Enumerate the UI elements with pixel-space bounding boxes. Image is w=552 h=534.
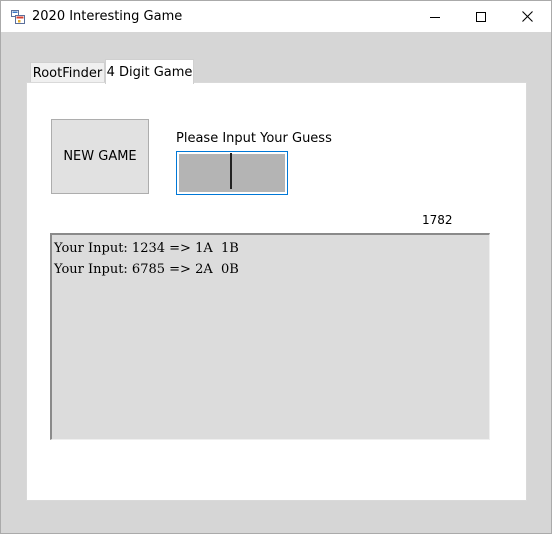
- guess-input[interactable]: [176, 151, 288, 195]
- tab-panel-4-digit-game: NEW GAME Please Input Your Guess 1782 Yo…: [26, 82, 527, 501]
- close-icon: [521, 11, 533, 22]
- close-button[interactable]: [504, 1, 550, 32]
- window-title: 2020 Interesting Game: [32, 9, 183, 24]
- app-icon: [11, 10, 25, 24]
- tab-label: 4 Digit Game: [106, 64, 193, 80]
- list-item: Your Input: 6785 => 2A 0B: [54, 262, 239, 277]
- guess-input-field[interactable]: [179, 154, 285, 192]
- guess-prompt-label: Please Input Your Guess: [176, 131, 332, 146]
- guess-history-list[interactable]: Your Input: 1234 => 1A 1B Your Input: 67…: [50, 233, 490, 440]
- answer-label: 1782: [422, 213, 453, 227]
- minimize-icon: [430, 16, 440, 18]
- maximize-button[interactable]: [458, 1, 504, 32]
- maximize-icon: [476, 11, 486, 22]
- tab-label: RootFinder: [32, 65, 103, 81]
- app-window: 2020 Interesting Game RootFinder 4 Digit…: [0, 0, 552, 534]
- list-item: Your Input: 1234 => 1A 1B: [54, 241, 239, 256]
- text-caret: [230, 153, 232, 189]
- title-bar[interactable]: 2020 Interesting Game: [1, 1, 551, 32]
- minimize-button[interactable]: [412, 1, 458, 32]
- tab-4-digit-game[interactable]: 4 Digit Game: [105, 59, 194, 84]
- new-game-button[interactable]: NEW GAME: [51, 119, 149, 194]
- tab-rootfinder[interactable]: RootFinder: [30, 62, 105, 83]
